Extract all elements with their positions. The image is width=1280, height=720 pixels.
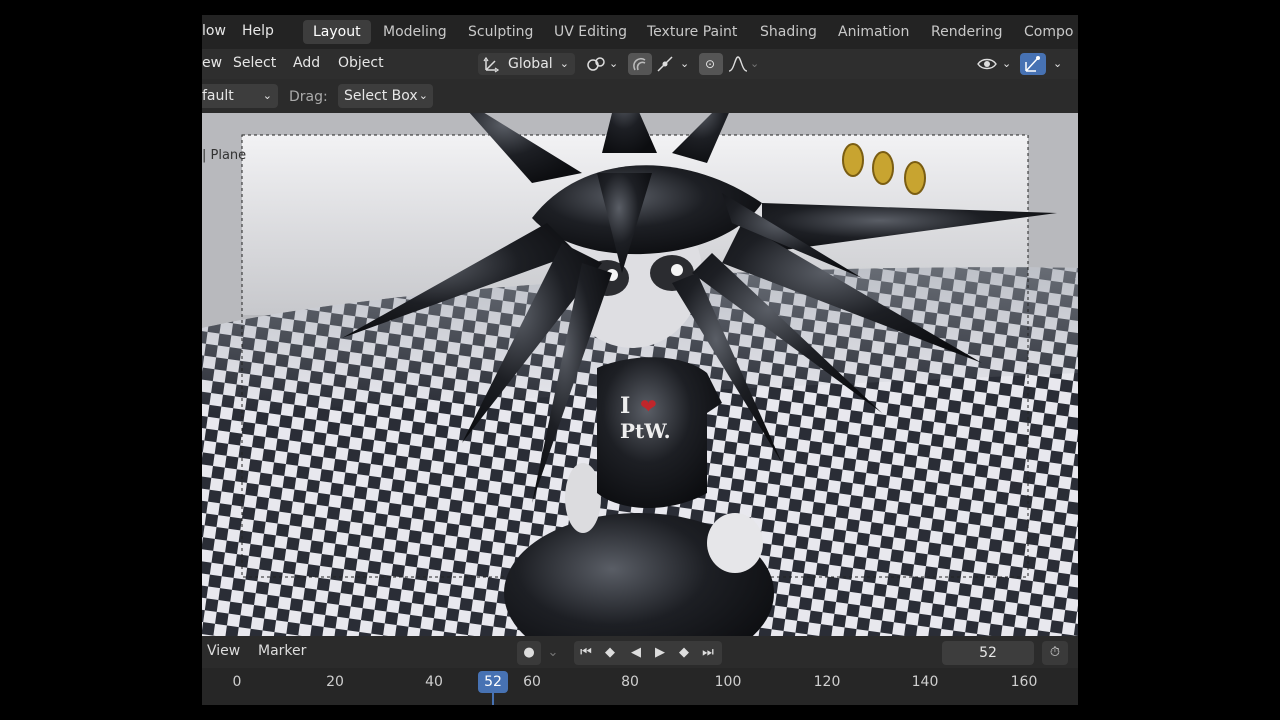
frame-tick-160: 160 <box>1010 674 1038 690</box>
frame-tick-140: 140 <box>911 674 939 690</box>
eye-icon <box>977 58 997 70</box>
frame-tick-20: 20 <box>326 674 344 690</box>
drag-select-dropdown[interactable]: Select Box ⌄ <box>338 84 433 108</box>
chevron-down-icon: ⌄ <box>1053 57 1063 70</box>
menu-add[interactable]: Add <box>293 55 320 71</box>
frame-tick-40: 40 <box>425 674 443 690</box>
playback-controls: ⏮ ◆ ◀ ▶ ◆ ⏭ <box>574 641 722 665</box>
chevron-down-icon: ⌄ <box>262 89 272 102</box>
tab-uv-editing[interactable]: UV Editing <box>544 20 637 44</box>
next-keyframe-icon[interactable]: ◆ <box>672 641 696 665</box>
3d-viewport[interactable]: I ❤ PtW. | Plane <box>202 113 1078 636</box>
timeline-menu-marker[interactable]: Marker <box>258 643 306 659</box>
auto-keying-toggle[interactable]: ● <box>517 641 541 665</box>
tab-shading[interactable]: Shading <box>750 20 827 44</box>
proportional-icon: ⊙ <box>705 57 716 71</box>
menu-window[interactable]: low <box>202 23 226 39</box>
playhead-badge[interactable]: 52 <box>478 671 508 693</box>
tab-rendering[interactable]: Rendering <box>921 20 1013 44</box>
transform-orientation-icon <box>483 56 500 73</box>
tab-animation[interactable]: Animation <box>828 20 919 44</box>
snap-target-dropdown[interactable]: ⌄ <box>654 53 694 75</box>
current-frame-field[interactable]: 52 <box>942 641 1034 665</box>
snap-icon <box>633 57 646 71</box>
proportional-falloff-dropdown[interactable]: ⌄ <box>726 53 760 75</box>
gizmo-dropdown[interactable]: ⌄ <box>1050 53 1068 75</box>
chevron-down-icon: ⌄ <box>1002 57 1012 70</box>
chevron-down-icon: ⌄ <box>559 57 569 70</box>
frame-tick-0: 0 <box>232 674 242 690</box>
transform-orientation-dropdown[interactable]: Global ⌄ <box>478 53 575 75</box>
svg-text:I: I <box>620 393 630 419</box>
tab-texture-paint[interactable]: Texture Paint <box>637 20 747 44</box>
menu-help[interactable]: Help <box>242 23 274 39</box>
chevron-down-icon: ⌄ <box>680 57 690 70</box>
drag-label: Drag: <box>289 89 328 105</box>
play-reverse-icon[interactable]: ◀ <box>624 641 648 665</box>
tab-modeling[interactable]: Modeling <box>373 20 457 44</box>
tab-layout[interactable]: Layout <box>303 20 371 44</box>
gizmo-icon <box>1025 56 1040 72</box>
svg-text:❤: ❤ <box>640 394 657 418</box>
stopwatch-icon: ⏱ <box>1049 645 1061 660</box>
falloff-curve-icon <box>728 56 748 72</box>
menu-object[interactable]: Object <box>338 55 384 71</box>
snap-target-icon <box>657 56 673 72</box>
playhead-line <box>492 693 494 705</box>
pivot-point-dropdown[interactable]: ⌄ <box>583 53 623 75</box>
frame-tick-120: 120 <box>813 674 841 690</box>
menu-view[interactable]: ew <box>202 55 222 71</box>
proportional-editing-toggle[interactable]: ⊙ <box>699 53 723 75</box>
blender-window: low Help Layout Modeling Sculpting UV Ed… <box>202 15 1078 705</box>
jump-start-icon[interactable]: ⏮ <box>574 641 598 665</box>
tab-compositing[interactable]: Compo <box>1014 20 1078 44</box>
menu-select[interactable]: Select <box>233 55 276 71</box>
drag-select-value: Select Box <box>344 88 418 104</box>
gizmo-toggle[interactable] <box>1020 53 1046 75</box>
stopwatch-button[interactable]: ⏱ <box>1042 641 1068 665</box>
pivot-icon <box>587 57 605 71</box>
timeline-menu-view[interactable]: View <box>207 643 240 659</box>
frame-tick-100: 100 <box>714 674 742 690</box>
tab-sculpting[interactable]: Sculpting <box>458 20 543 44</box>
transform-orientation-value: Global <box>508 56 553 72</box>
top-menu-bar: low Help Layout Modeling Sculpting UV Ed… <box>202 15 1078 49</box>
transform-affect-value: fault <box>202 88 234 104</box>
frame-tick-80: 80 <box>621 674 639 690</box>
keying-dropdown[interactable]: ⌄ <box>544 641 562 665</box>
timeline-header: View Marker ● ⌄ ⏮ ◆ ◀ ▶ ◆ ⏭ 52 ⏱ <box>202 636 1078 668</box>
chevron-down-icon: ⌄ <box>547 645 559 660</box>
jump-end-icon[interactable]: ⏭ <box>696 641 720 665</box>
frame-tick-60: 60 <box>523 674 541 690</box>
chevron-down-icon: ⌄ <box>609 57 619 70</box>
tool-settings-bar: fault ⌄ Drag: Select Box ⌄ <box>202 79 1078 113</box>
chevron-down-icon: ⌄ <box>750 57 760 70</box>
record-icon: ● <box>523 645 535 660</box>
prev-keyframe-icon[interactable]: ◆ <box>598 641 622 665</box>
snap-toggle[interactable] <box>628 53 652 75</box>
viewport-render: I ❤ PtW. <box>202 113 1078 636</box>
visibility-dropdown[interactable]: ⌄ <box>975 53 1015 75</box>
playhead-frame: 52 <box>484 674 502 690</box>
viewport-header: ew Select Add Object Global ⌄ ⌄ ⌄ ⊙ ⌄ ⌄ … <box>202 49 1078 79</box>
timeline-ruler[interactable]: 0 20 40 52 60 80 100 120 140 160 <box>202 668 1078 705</box>
transform-affect-dropdown[interactable]: fault ⌄ <box>202 84 278 108</box>
svg-text:PtW.: PtW. <box>620 419 671 443</box>
active-object-label: | Plane <box>202 148 247 163</box>
chevron-down-icon: ⌄ <box>418 89 428 102</box>
play-icon[interactable]: ▶ <box>648 641 672 665</box>
